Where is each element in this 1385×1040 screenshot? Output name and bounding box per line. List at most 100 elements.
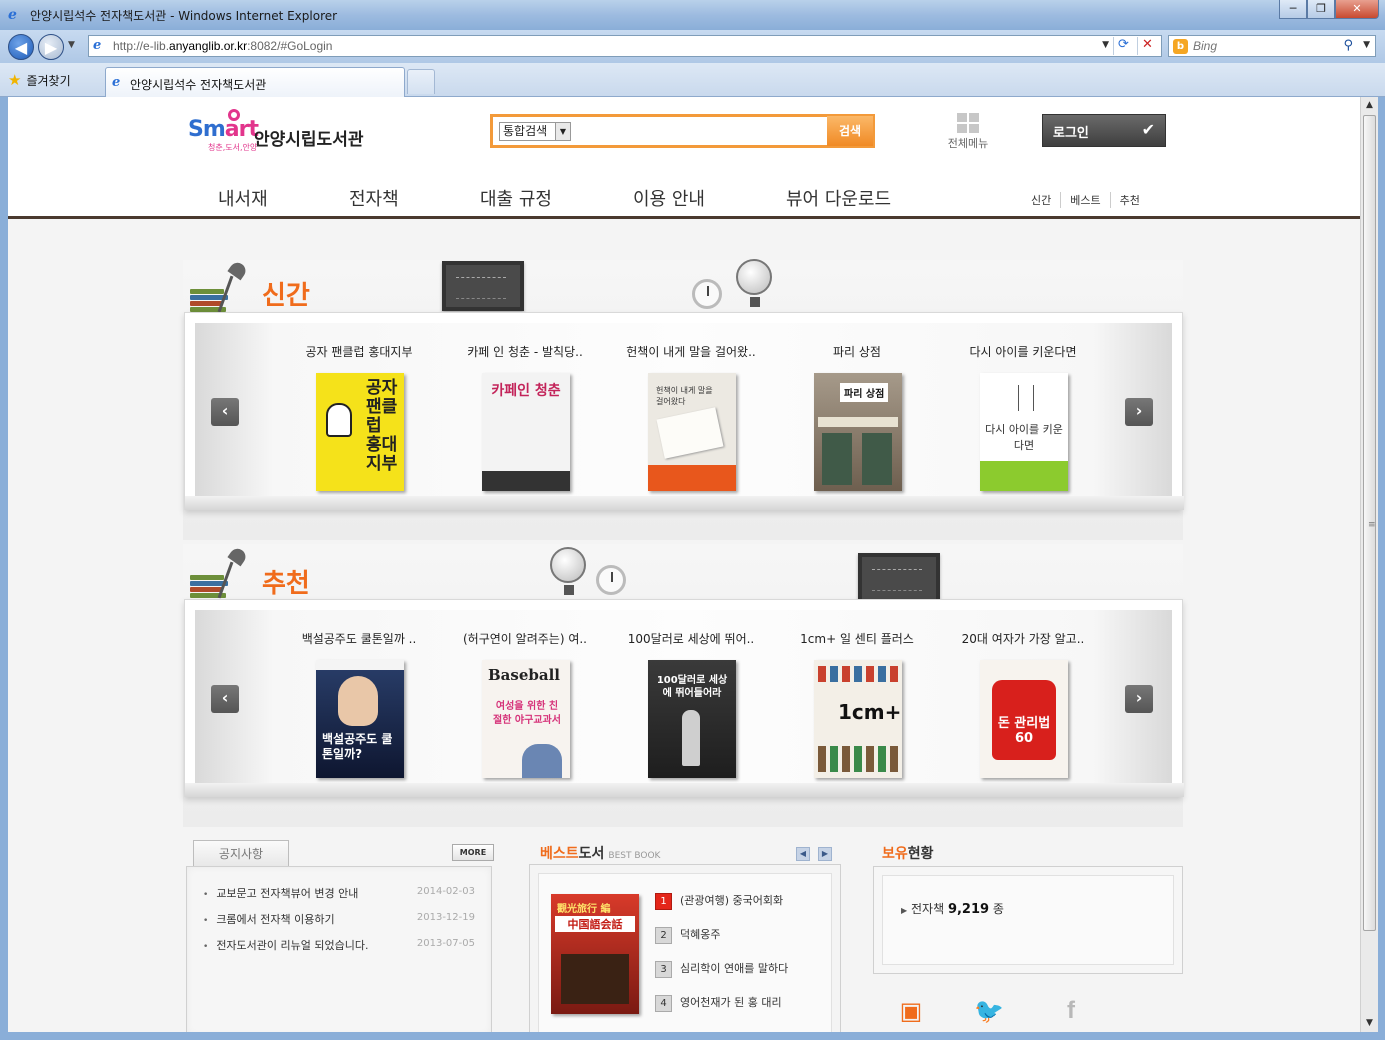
- list-item[interactable]: • 크롬에서 전자책 이용하기 2013-12-19: [203, 911, 483, 927]
- best-prev-button[interactable]: ◀: [796, 847, 810, 861]
- minimize-button[interactable]: ─: [1279, 0, 1307, 19]
- book-title[interactable]: 다시 아이를 키운다면: [943, 343, 1103, 360]
- vertical-scrollbar[interactable]: ▲ ≡ ▼: [1360, 97, 1378, 1032]
- notice-text[interactable]: 교보문고 전자책뷰어 변경 안내: [216, 887, 358, 900]
- next-arrow-button[interactable]: ›: [1125, 398, 1153, 426]
- site-logo[interactable]: Smart 청춘,도서,안양 안양시립도서관: [188, 109, 378, 164]
- shop-window: [862, 433, 892, 485]
- more-button[interactable]: MORE: [452, 844, 494, 861]
- search-icon[interactable]: ⚲: [1343, 38, 1353, 53]
- best-book-cover[interactable]: 觀光旅行 編 中国語会話: [551, 894, 639, 1014]
- book-cover[interactable]: 다시 아이를 키운다면: [980, 373, 1068, 491]
- subnav-new[interactable]: 신간: [1022, 192, 1062, 208]
- book-cover[interactable]: 1cm+: [814, 660, 902, 778]
- cover-text: 파리 상점: [840, 383, 889, 402]
- book-title[interactable]: 1cm+ 일 센티 플러스: [777, 630, 937, 647]
- facebook-icon[interactable]: f: [1056, 997, 1086, 1027]
- browser-search-box[interactable]: b ⚲ ▼: [1168, 35, 1376, 57]
- book-cover[interactable]: 카페인 청춘: [482, 373, 570, 491]
- refresh-icon[interactable]: ⟳: [1113, 37, 1133, 55]
- book-cover[interactable]: Baseball 여성을 위한 친절한 야구교과서: [482, 660, 570, 778]
- tab-notice[interactable]: 공지사항: [193, 840, 289, 866]
- url-text[interactable]: http://e-lib.anyanglib.or.kr:8082/#GoLog…: [113, 39, 332, 53]
- new-tab-button[interactable]: [407, 69, 435, 94]
- close-button[interactable]: ✕: [1335, 0, 1379, 19]
- book-title[interactable]: 파리 상점: [777, 343, 937, 360]
- cover-text: 헌책이 내게 말을 걸어왔다: [656, 386, 713, 406]
- scroll-up-icon[interactable]: ▲: [1361, 97, 1378, 114]
- scroll-thumb[interactable]: ≡: [1363, 115, 1376, 931]
- book-cover[interactable]: 공자 팬클럽 홍대지부: [316, 373, 404, 491]
- notice-text[interactable]: 크롬에서 전자책 이용하기: [216, 913, 334, 926]
- browser-search-input[interactable]: [1193, 38, 1333, 54]
- prev-arrow-button[interactable]: ‹: [211, 398, 239, 426]
- logo-smart-text: Smart: [188, 117, 259, 142]
- login-button[interactable]: 로그인 ✔: [1042, 114, 1166, 147]
- nav-my-library[interactable]: 내서재: [218, 185, 349, 211]
- notice-date: 2014-02-03: [416, 886, 475, 897]
- best-next-button[interactable]: ▶: [818, 847, 832, 861]
- cover-text: 100달러로 세상에 뛰어들어라: [656, 675, 728, 699]
- cover-band: [316, 660, 404, 670]
- holdings-panel: ▶ 전자책 9,219 종: [873, 866, 1183, 974]
- book-cover[interactable]: 돈 관리법 60: [980, 660, 1068, 778]
- book-title[interactable]: 20대 여자가 가장 알고..: [943, 630, 1103, 647]
- scroll-down-icon[interactable]: ▼: [1361, 1015, 1378, 1032]
- book-cover[interactable]: 파리 상점: [814, 373, 902, 491]
- twitter-icon[interactable]: 🐦: [974, 997, 1004, 1027]
- maximize-button[interactable]: ❐: [1307, 0, 1335, 19]
- list-item[interactable]: • 전자도서관이 리뉴얼 되었습니다. 2013-07-05: [203, 937, 483, 953]
- search-dropdown-icon[interactable]: ▼: [1363, 40, 1370, 50]
- forward-button[interactable]: ▶: [38, 34, 64, 60]
- tab-active[interactable]: e 안양시립석수 전자책도서관: [105, 67, 405, 97]
- search-scope-select[interactable]: 통합검색 ▼: [499, 122, 571, 141]
- book-cover[interactable]: 100달러로 세상에 뛰어들어라: [648, 660, 736, 778]
- search-button[interactable]: 검색: [827, 116, 873, 146]
- nav-loan-rules[interactable]: 대출 규정: [480, 185, 633, 211]
- nav-ebook[interactable]: 전자책: [349, 185, 480, 211]
- site-header: Smart 청춘,도서,안양 안양시립도서관 통합검색 ▼ 검색 전체메뉴 로그…: [8, 97, 1360, 219]
- book-title[interactable]: 공자 팬클럽 홍대지부: [279, 343, 439, 360]
- stop-icon[interactable]: ✕: [1137, 37, 1157, 55]
- book-cover[interactable]: 백설공주도 쿨톤일까?: [316, 660, 404, 778]
- next-arrow-button[interactable]: ›: [1125, 685, 1153, 713]
- blackboard-icon: [442, 261, 524, 311]
- book-title[interactable]: 헌책이 내게 말을 걸어왔..: [611, 343, 771, 360]
- book-title[interactable]: 카페 인 청춘 - 발칙당..: [445, 343, 605, 360]
- book-title[interactable]: (허구연이 알려주는) 여..: [445, 630, 605, 647]
- site-search-input[interactable]: [573, 119, 825, 143]
- page-viewport: Smart 청춘,도서,안양 안양시립도서관 통합검색 ▼ 검색 전체메뉴 로그…: [8, 97, 1360, 1032]
- best-book-item[interactable]: 2 덕혜옹주: [655, 926, 835, 944]
- star-icon: ★: [8, 71, 22, 89]
- cover-subtitle: 여성을 위한 친절한 야구교과서: [493, 701, 561, 726]
- subnav-best[interactable]: 베스트: [1061, 192, 1111, 208]
- cover-text: 공자 팬클럽 홍대지부: [366, 378, 398, 474]
- all-menu-button[interactable]: 전체메뉴: [940, 113, 996, 151]
- best-book-item[interactable]: 4 영어천재가 된 홍 대리: [655, 994, 835, 1012]
- best-books-panel: 觀光旅行 編 中国語会話 1 (관광여행) 중국어회화 2 덕혜옹주 3 심리학이 연…: [529, 864, 841, 1032]
- url-field[interactable]: e http://e-lib.anyanglib.or.kr:8082/#GoL…: [88, 35, 1162, 57]
- list-item[interactable]: • 교보문고 전자책뷰어 변경 안내 2014-02-03: [203, 885, 483, 901]
- subnav-recommend[interactable]: 추천: [1111, 192, 1149, 208]
- tab-favicon-icon: e: [112, 75, 121, 90]
- nav-guide[interactable]: 이용 안내: [633, 185, 786, 211]
- book-cover[interactable]: 헌책이 내게 말을 걸어왔다: [648, 373, 736, 491]
- best-book-title[interactable]: 영어천재가 된 홍 대리: [680, 996, 782, 1009]
- book-title[interactable]: 100달러로 세상에 뛰어..: [611, 630, 771, 647]
- rank-badge: 1: [655, 893, 672, 910]
- prev-arrow-button[interactable]: ‹: [211, 685, 239, 713]
- best-book-item[interactable]: 1 (관광여행) 중국어회화: [655, 892, 835, 910]
- notice-text[interactable]: 전자도서관이 리뉴얼 되었습니다.: [216, 939, 368, 952]
- url-dropdown-icon[interactable]: ▼: [1102, 40, 1109, 50]
- back-button[interactable]: ◀: [8, 34, 34, 60]
- history-dropdown-icon[interactable]: ▼: [68, 40, 75, 50]
- rss-icon[interactable]: ▣: [896, 997, 926, 1027]
- favorites-button[interactable]: ★ 즐겨찾기: [8, 69, 71, 91]
- nav-viewer-download[interactable]: 뷰어 다운로드: [786, 185, 926, 211]
- best-book-title[interactable]: (관광여행) 중국어회화: [680, 894, 783, 907]
- best-book-title[interactable]: 덕혜옹주: [680, 928, 720, 941]
- best-book-title[interactable]: 심리학이 연애를 말하다: [680, 962, 788, 975]
- page-favicon-icon: e: [93, 38, 102, 53]
- best-book-item[interactable]: 3 심리학이 연애를 말하다: [655, 960, 835, 978]
- book-title[interactable]: 백설공주도 쿨톤일까 ..: [279, 630, 439, 647]
